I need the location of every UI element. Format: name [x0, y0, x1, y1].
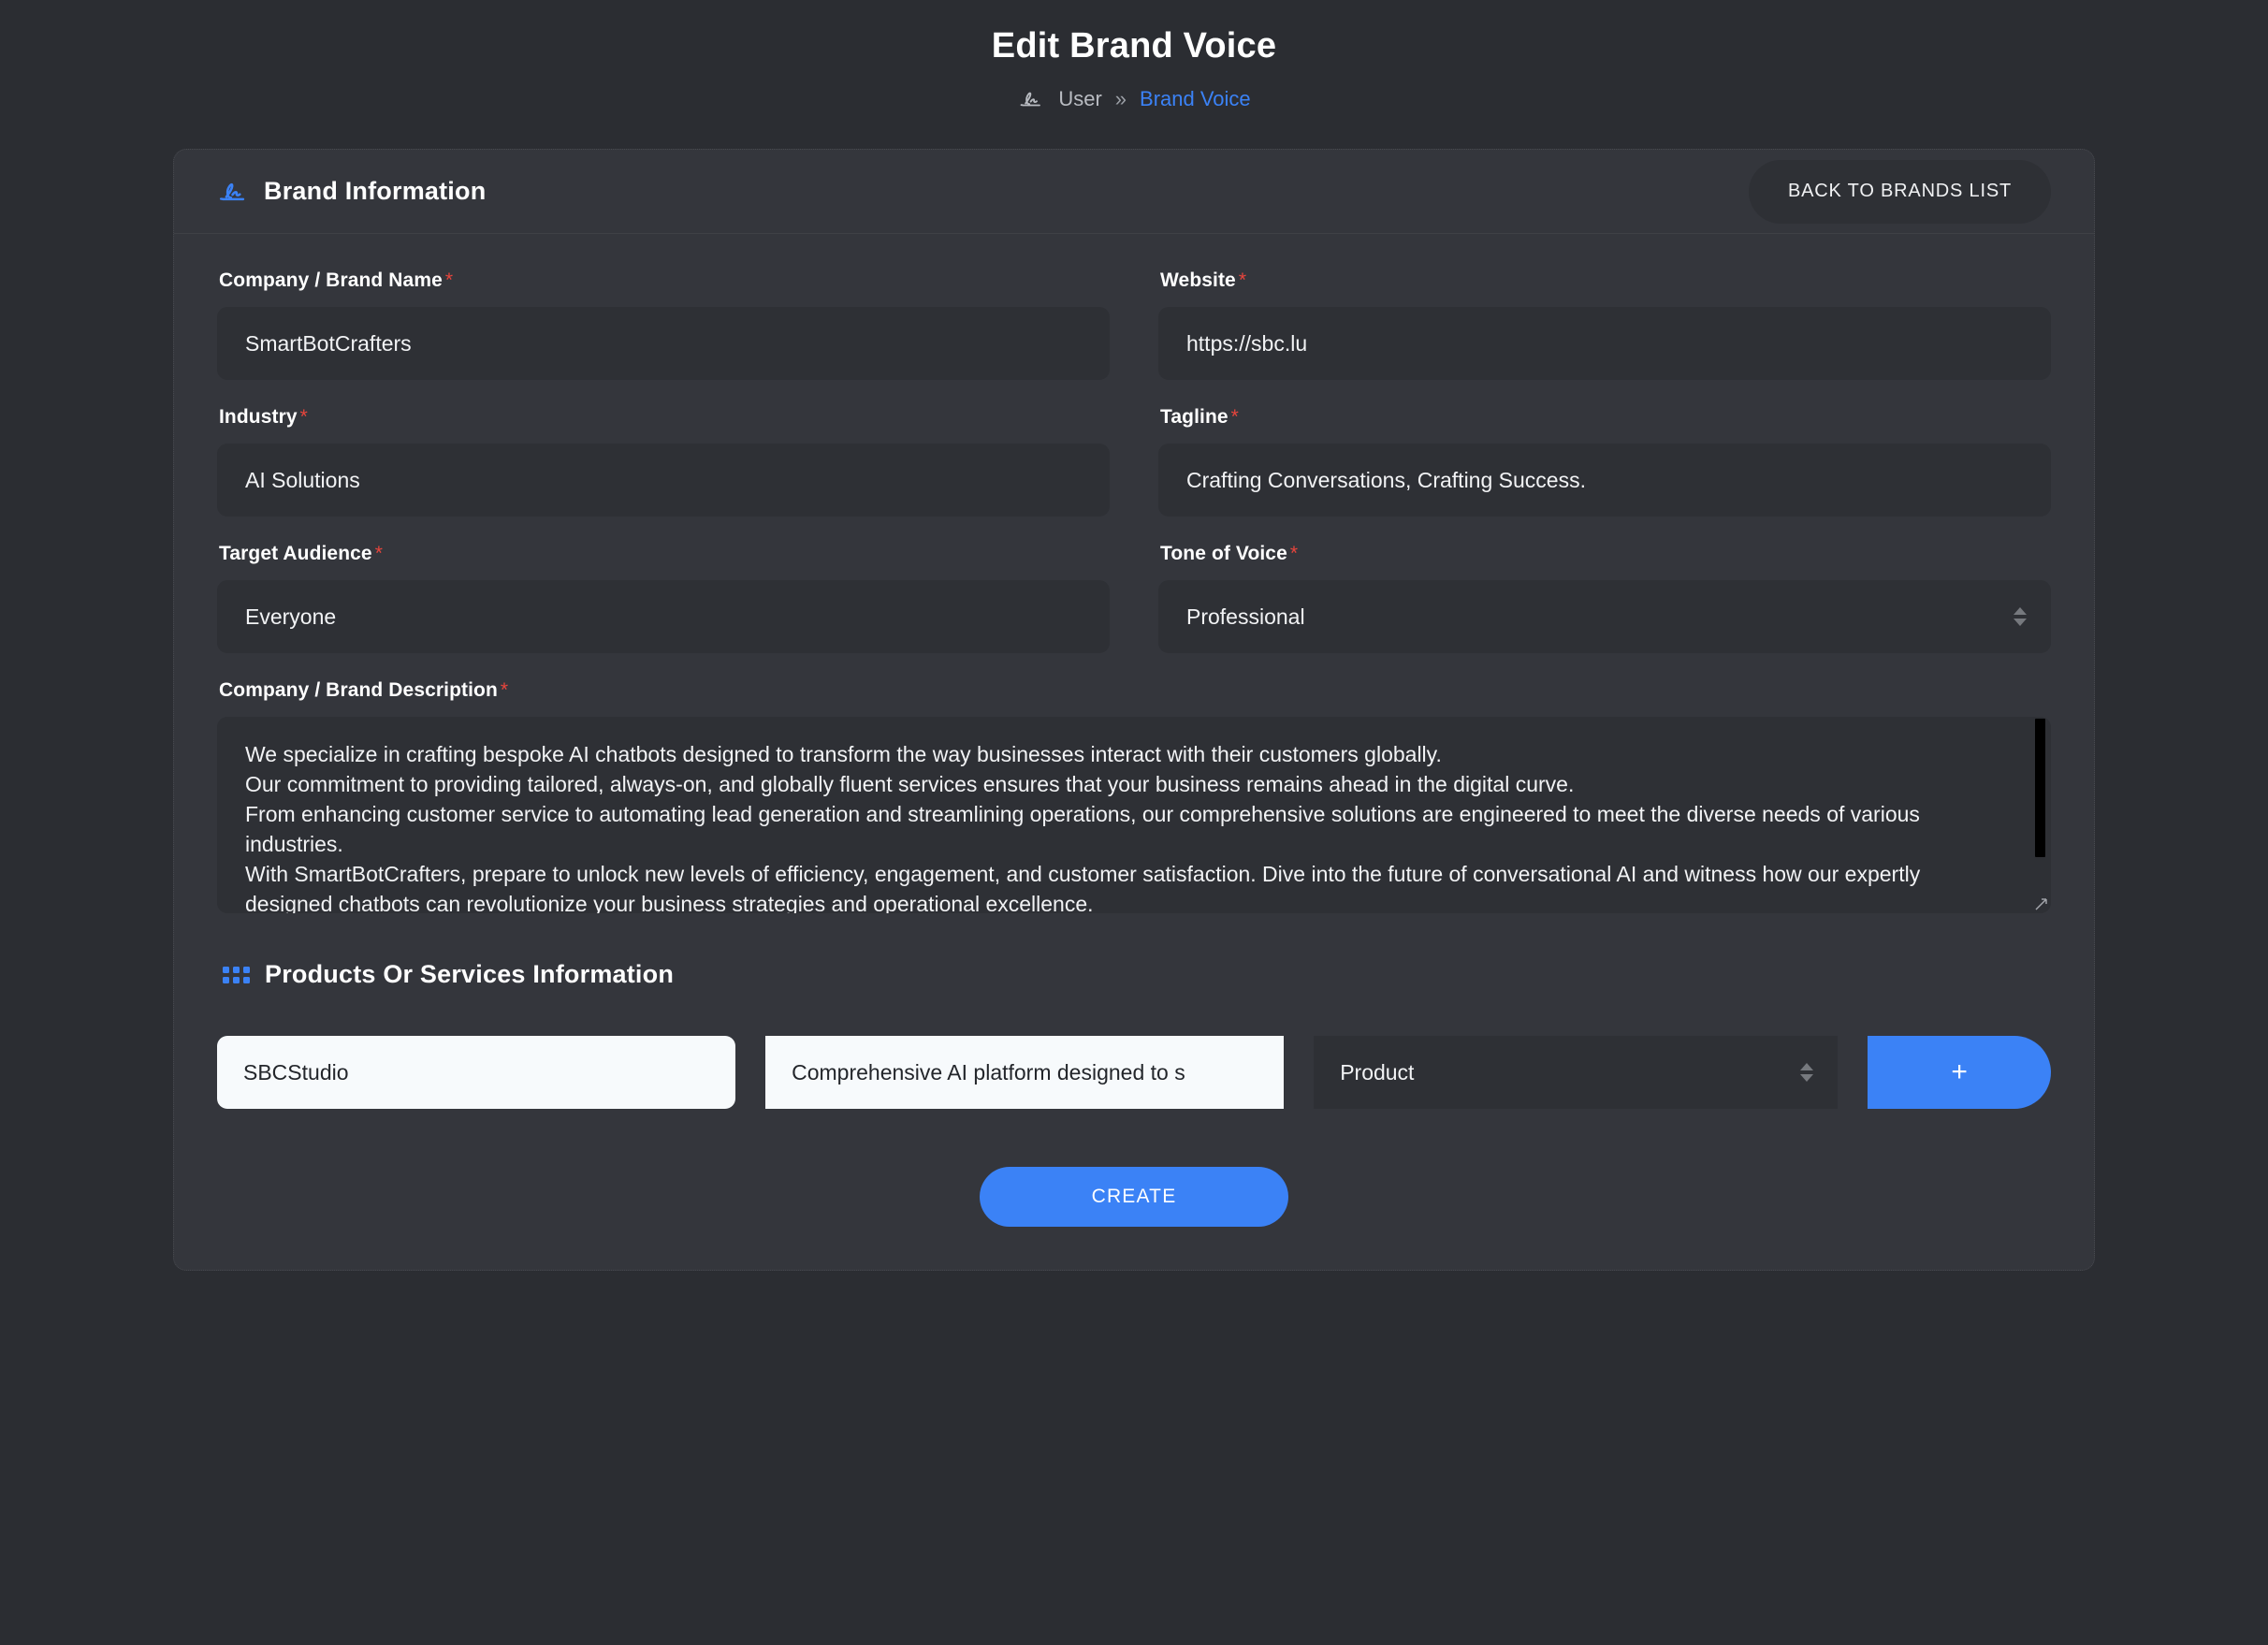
description-label: Company / Brand Description *: [219, 679, 2051, 702]
page-title: Edit Brand Voice: [991, 26, 1277, 66]
required-asterisk: *: [500, 679, 509, 701]
tagline-label: Tagline *: [1160, 406, 2051, 429]
card-header-left: Brand Information: [217, 176, 486, 208]
brand-form: Company / Brand Name* Website* Industry*: [217, 269, 2051, 913]
required-asterisk: *: [1238, 269, 1247, 291]
brand-information-card: Brand Information BACK TO BRANDS LIST Co…: [173, 149, 2095, 1271]
back-to-brands-list-button[interactable]: BACK TO BRANDS LIST: [1749, 159, 2051, 224]
website-input[interactable]: [1158, 307, 2051, 380]
field-company-name: Company / Brand Name *: [217, 269, 1110, 380]
breadcrumb-parent[interactable]: User: [1058, 87, 1101, 111]
industry-label: Industry *: [219, 406, 1110, 429]
product-description-input[interactable]: Comprehensive AI platform designed to s: [765, 1036, 1285, 1109]
products-section-header: Products Or Services Information: [223, 960, 2051, 989]
required-asterisk: *: [299, 406, 308, 428]
card-body: Company / Brand Name* Website* Industry*: [174, 234, 2094, 1270]
company-name-input[interactable]: [217, 307, 1110, 380]
website-label: Website *: [1160, 269, 2051, 292]
field-description: Company / Brand Description * We speciali…: [217, 679, 2051, 913]
description-textarea-wrap: We specialize in crafting bespoke AI cha…: [217, 717, 2051, 913]
required-asterisk: *: [1230, 406, 1239, 428]
card-header: Brand Information BACK TO BRANDS LIST: [174, 150, 2094, 234]
breadcrumb-current[interactable]: Brand Voice: [1140, 87, 1251, 111]
field-industry: Industry *: [217, 406, 1110, 517]
tagline-label-text: Tagline: [1160, 406, 1228, 428]
add-product-button[interactable]: +: [1868, 1036, 2051, 1109]
field-website: Website *: [1158, 269, 2051, 380]
grid-dots-icon: [223, 966, 250, 983]
tone-of-voice-select[interactable]: Professional: [1158, 580, 2051, 653]
signature-icon: [1017, 85, 1045, 113]
industry-label-text: Industry: [219, 406, 298, 428]
create-button[interactable]: CREATE: [980, 1167, 1288, 1227]
required-asterisk: *: [1289, 543, 1299, 564]
page-header: Edit Brand Voice User » Brand Voice: [0, 0, 2268, 113]
card-title: Brand Information: [264, 177, 487, 205]
form-actions: CREATE: [217, 1167, 2051, 1227]
products-section-title: Products Or Services Information: [265, 960, 675, 988]
description-textarea[interactable]: We specialize in crafting bespoke AI cha…: [217, 717, 2051, 913]
product-name-input[interactable]: [217, 1036, 736, 1109]
breadcrumb-separator: »: [1114, 87, 1127, 110]
field-target-audience: Target Audience *: [217, 543, 1110, 653]
company-name-label-text: Company / Brand Name: [219, 269, 443, 291]
target-audience-label: Target Audience *: [219, 543, 1110, 565]
required-asterisk: *: [444, 269, 454, 291]
target-audience-input[interactable]: [217, 580, 1110, 653]
breadcrumb: User » Brand Voice: [0, 85, 2268, 113]
page-root: Edit Brand Voice User » Brand Voice Bran…: [0, 0, 2268, 1645]
field-tagline: Tagline *: [1158, 406, 2051, 517]
product-type-select[interactable]: Product: [1314, 1036, 1839, 1109]
target-audience-label-text: Target Audience: [219, 543, 372, 564]
field-tone-of-voice: Tone of Voice * Professional: [1158, 543, 2051, 653]
product-type-select-wrap: Product: [1314, 1036, 1839, 1109]
product-row: Comprehensive AI platform designed to s …: [217, 1036, 2051, 1109]
required-asterisk: *: [374, 543, 383, 564]
tone-of-voice-select-wrap: Professional: [1158, 580, 2051, 653]
resize-handle-icon[interactable]: [2033, 896, 2048, 911]
tone-of-voice-label: Tone of Voice *: [1160, 543, 2051, 565]
tone-of-voice-label-text: Tone of Voice: [1160, 543, 1287, 564]
signature-icon: [217, 176, 249, 208]
tagline-input[interactable]: [1158, 444, 2051, 517]
description-label-text: Company / Brand Description: [219, 679, 498, 701]
description-scrollbar-thumb[interactable]: [2035, 719, 2045, 857]
company-name-label: Company / Brand Name *: [219, 269, 1110, 292]
website-label-text: Website: [1160, 269, 1236, 291]
industry-input[interactable]: [217, 444, 1110, 517]
